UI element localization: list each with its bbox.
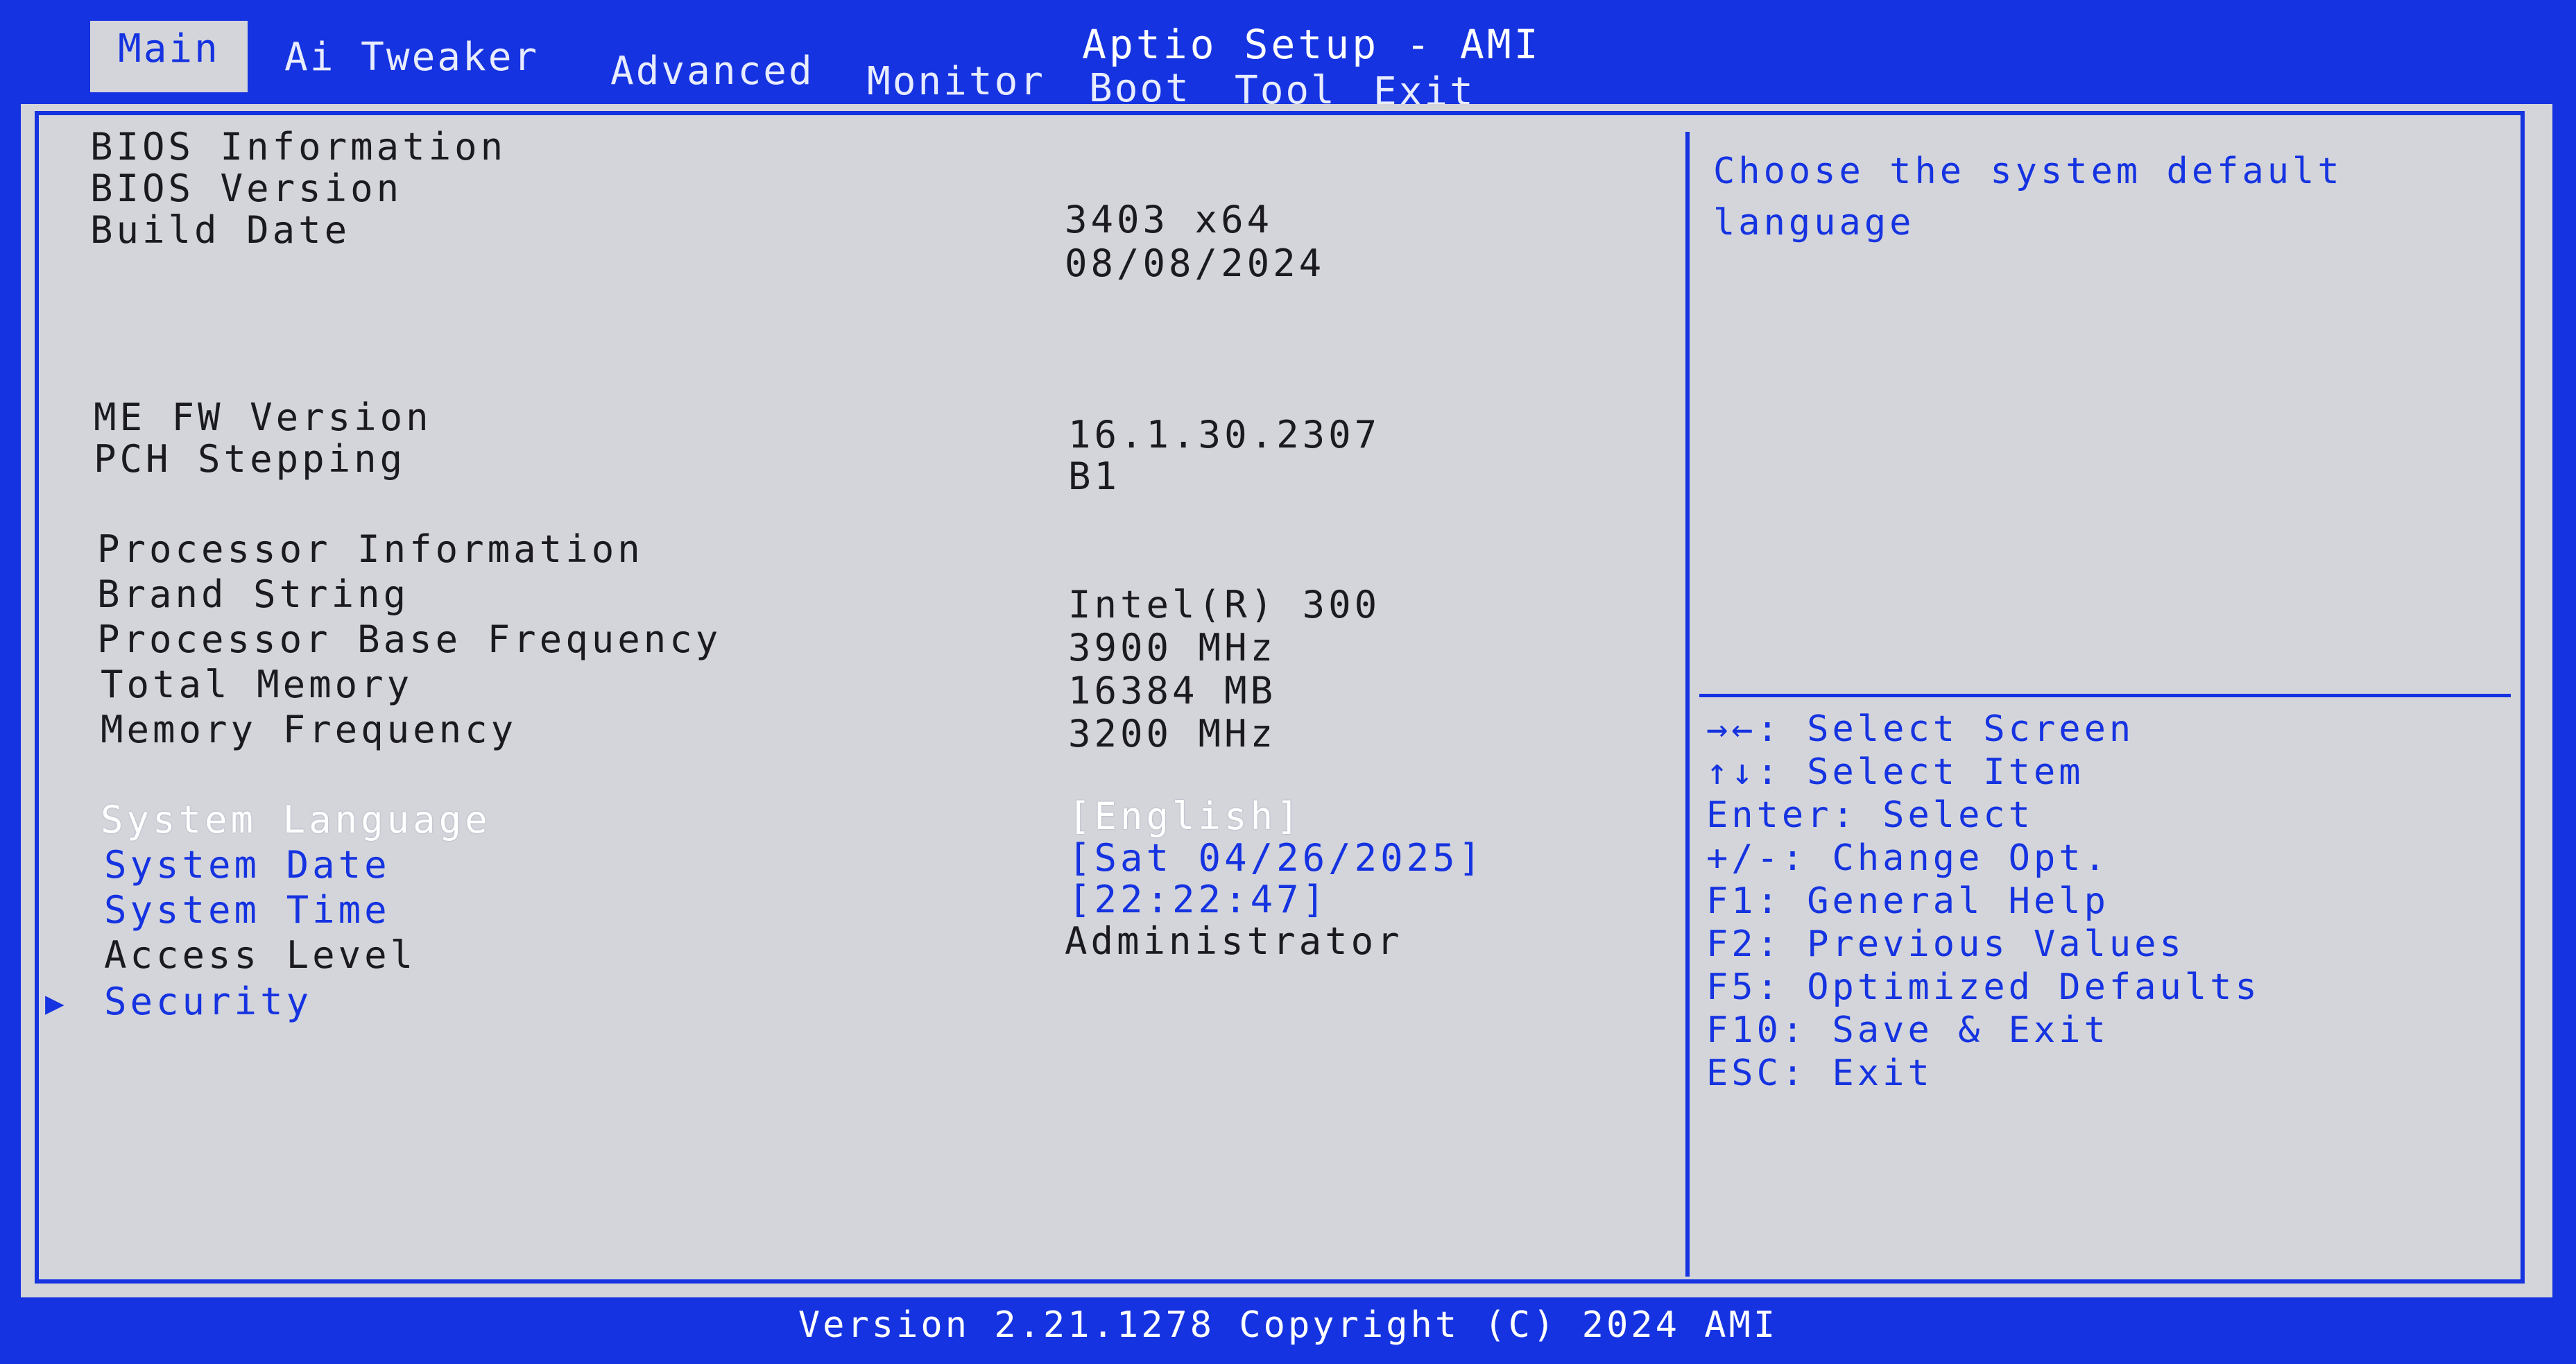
triangle-right-icon: ▶ <box>45 984 65 1021</box>
tab-advanced[interactable]: Advanced <box>610 49 814 94</box>
main-panel: BIOS Information BIOS Version Build Date… <box>21 104 2552 1297</box>
horizontal-divider <box>1699 694 2511 697</box>
key-optimized-defaults: F5: Optimized Defaults <box>1706 966 2260 1008</box>
key-escape-exit: ESC: Exit <box>1706 1052 1933 1094</box>
key-save-exit: F10: Save & Exit <box>1706 1009 2109 1051</box>
app-title: Aptio Setup - AMI <box>1082 21 1541 68</box>
access-level-label: Access Level <box>104 933 417 977</box>
tab-ai-tweaker[interactable]: Ai Tweaker <box>284 35 539 80</box>
key-select-screen: →←: Select Screen <box>1706 708 2135 750</box>
system-language-label[interactable]: System Language <box>101 798 491 842</box>
key-previous-values: F2: Previous Values <box>1706 923 2185 965</box>
key-legend: →←: Select Screen ↑↓: Select Item Enter:… <box>1706 708 2260 1095</box>
brand-string-value: Intel(R) 300 <box>1068 583 1381 626</box>
system-time-value[interactable]: [22:22:47] <box>1068 878 1328 921</box>
pch-stepping-label: PCH Stepping <box>94 437 406 481</box>
vertical-divider <box>1685 132 1690 1277</box>
total-memory-label: Total Memory <box>101 663 413 706</box>
system-date-value[interactable]: [Sat 04/26/2025] <box>1068 836 1484 880</box>
base-frequency-value: 3900 MHz <box>1068 626 1277 670</box>
total-memory-value: 16384 MB <box>1068 669 1277 713</box>
bios-information-heading: BIOS Information <box>90 125 507 169</box>
system-time-label[interactable]: System Time <box>104 888 390 932</box>
tab-main[interactable]: Main <box>90 21 248 92</box>
version-footer: Version 2.21.1278 Copyright (C) 2024 AMI <box>798 1304 1778 1346</box>
me-fw-version-label: ME FW Version <box>94 395 432 439</box>
access-level-value: Administrator <box>1065 919 1403 963</box>
memory-frequency-label: Memory Frequency <box>101 708 517 751</box>
bios-screen: Main Ai Tweaker Advanced Monitor Boot To… <box>0 0 2576 1364</box>
system-date-label[interactable]: System Date <box>104 843 390 887</box>
tab-monitor[interactable]: Monitor <box>867 59 1045 104</box>
help-text: Choose the system default language <box>1713 151 2343 244</box>
base-frequency-label: Processor Base Frequency <box>97 617 722 661</box>
key-select-item: ↑↓: Select Item <box>1706 751 2084 793</box>
bios-version-value: 3403 x64 <box>1065 198 1273 241</box>
system-language-value[interactable]: [English] <box>1068 794 1303 838</box>
memory-frequency-value: 3200 MHz <box>1068 712 1277 756</box>
build-date-value: 08/08/2024 <box>1065 241 1325 285</box>
key-enter-select: Enter: Select <box>1706 794 2034 836</box>
key-change-option: +/-: Change Opt. <box>1706 837 2109 879</box>
brand-string-label: Brand String <box>97 572 410 616</box>
pch-stepping-value: B1 <box>1068 454 1121 498</box>
security-submenu[interactable]: Security <box>104 980 312 1023</box>
bios-version-label: BIOS Version <box>90 167 403 210</box>
processor-information-heading: Processor Information <box>97 527 644 571</box>
me-fw-version-value: 16.1.30.2307 <box>1068 413 1381 457</box>
build-date-label: Build Date <box>90 208 351 252</box>
key-general-help: F1: General Help <box>1706 880 2109 922</box>
